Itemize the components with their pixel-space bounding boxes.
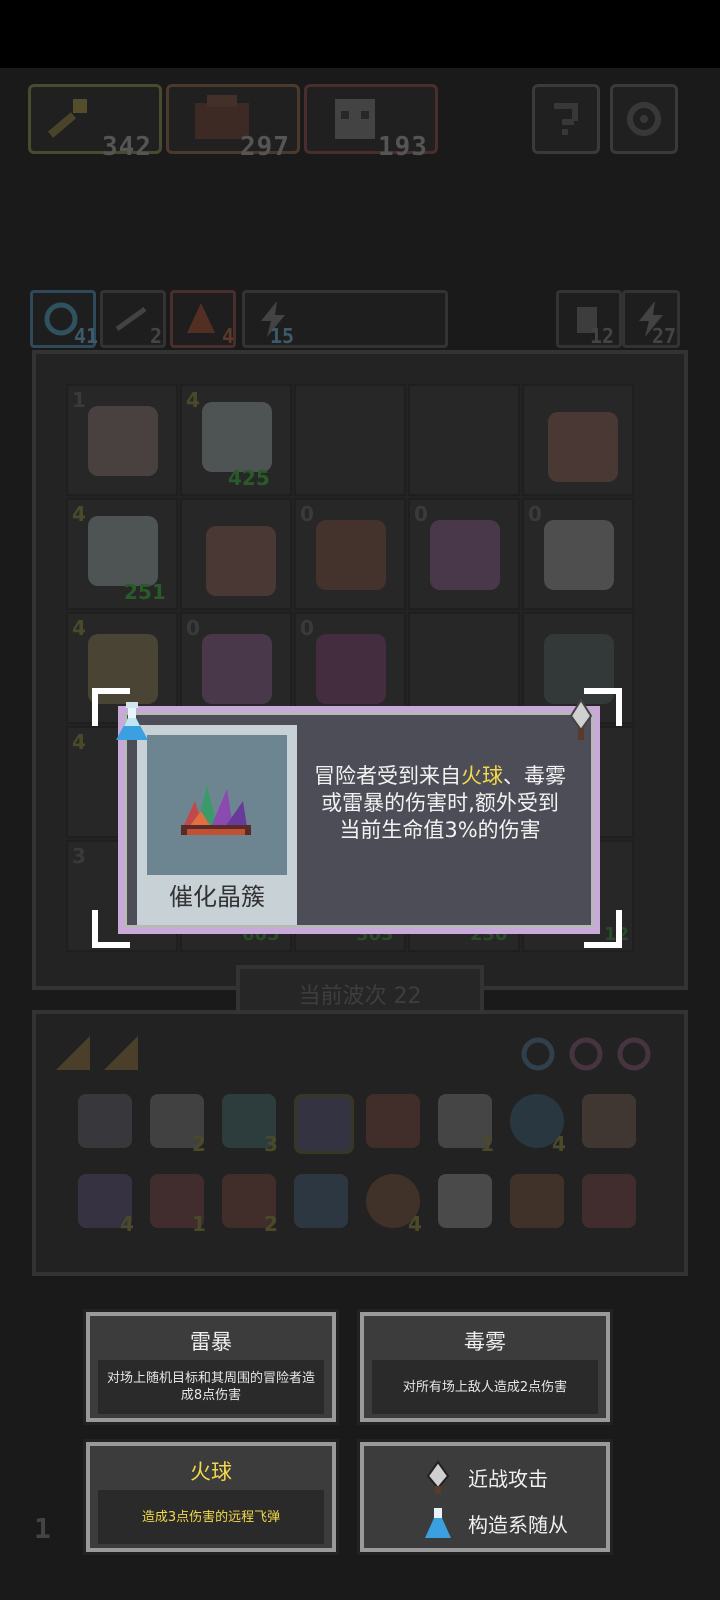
stat-lightning-value: 15	[270, 324, 295, 348]
cell-level: 0	[528, 502, 542, 526]
inventory-item[interactable]	[366, 1094, 420, 1148]
item-count: 4	[408, 1212, 422, 1236]
card-title: 雷暴	[190, 1330, 232, 1354]
item-tooltip: 催化晶簇 冒险者受到来自火球、毒雾 或雷暴的伤害时,额外受到 当前生命值3%的伤…	[118, 706, 600, 934]
card-title: 毒雾	[464, 1330, 506, 1354]
flask-icon	[116, 702, 148, 740]
status-bar	[0, 0, 720, 68]
legend-melee-label: 近战攻击	[468, 1466, 548, 1491]
cell-level: 4	[72, 616, 86, 640]
stat-target-value: 41	[74, 324, 99, 348]
cell-level: 4	[72, 502, 86, 526]
cell-level: 0	[300, 616, 314, 640]
card-title: 火球	[190, 1460, 232, 1484]
cards-icon	[56, 1036, 138, 1070]
board-cell[interactable]	[180, 498, 292, 610]
board-cell[interactable]: 0	[408, 498, 520, 610]
crystal-icon	[206, 526, 276, 596]
tooltip-item-name: 催化晶簇	[169, 883, 265, 911]
board-cell[interactable]	[522, 384, 634, 496]
inventory-item[interactable]	[438, 1174, 492, 1228]
resource-monster-value: 193	[378, 132, 428, 162]
item-count: 3	[264, 1132, 278, 1156]
spell-card-poison[interactable]: 毒雾 对所有场上敌人造成2点伤害	[360, 1312, 610, 1422]
board-cell[interactable]: 0	[294, 498, 406, 610]
item-count: 4	[120, 1212, 134, 1236]
adventurer-icon	[88, 406, 158, 476]
side-indicator: 1	[34, 1512, 51, 1545]
desc-text: 冒险者受到来自	[314, 764, 461, 788]
wand-icon	[47, 99, 87, 138]
item-count: 2	[192, 1132, 206, 1156]
cell-hp: 251	[124, 580, 166, 604]
treasure-icon	[316, 520, 386, 590]
legend-melee: 近战攻击	[424, 1460, 548, 1494]
knight-icon	[202, 402, 272, 472]
tooltip-body: 催化晶簇 冒险者受到来自火球、毒雾 或雷暴的伤害时,额外受到 当前生命值3%的伤…	[124, 712, 594, 928]
board-cell[interactable]: 1	[66, 384, 178, 496]
cell-level: 0	[414, 502, 428, 526]
inventory-panel: 2 3 1 4 4 1 2 4	[32, 1010, 688, 1276]
desc-text: 当前生命值3%的伤害	[339, 818, 541, 842]
cell-level: 1	[72, 388, 86, 412]
board-cell[interactable]	[408, 384, 520, 496]
cell-level: 4	[72, 730, 86, 754]
card-description: 对场上随机目标和其周围的冒险者造成8点伤害	[98, 1360, 324, 1414]
stat-arrow-value: 2	[150, 324, 163, 348]
dagger-icon	[426, 1460, 450, 1494]
dagger-icon	[569, 698, 593, 740]
knight-icon	[88, 516, 158, 586]
spell-card-fireball[interactable]: 火球 造成3点伤害的远程飞弹	[86, 1442, 336, 1552]
rings-icon	[521, 1037, 651, 1071]
cell-level: 3	[72, 844, 86, 868]
inventory-item[interactable]	[582, 1174, 636, 1228]
legend-construct: 构造系随从	[424, 1506, 568, 1540]
demon-icon	[430, 520, 500, 590]
arrow-icon	[115, 306, 147, 332]
tooltip-item-image	[147, 735, 287, 875]
help-button[interactable]	[532, 84, 600, 154]
board-cell[interactable]: 0	[522, 498, 634, 610]
cell-hp: 425	[228, 466, 270, 490]
desc-text: 或雷暴的伤害时,额外受到	[321, 791, 559, 815]
crystal-icon	[548, 412, 618, 482]
item-count: 4	[552, 1132, 566, 1156]
spell-card-thunder[interactable]: 雷暴 对场上随机目标和其周围的冒险者造成8点伤害	[86, 1312, 336, 1422]
desc-highlight: 火球	[461, 764, 503, 788]
stat-bolt-value: 27	[652, 324, 677, 348]
board-cell[interactable]: 4 251	[66, 498, 178, 610]
cell-level: 0	[186, 616, 200, 640]
resource-wand-value: 342	[102, 132, 152, 162]
gear-icon	[627, 102, 661, 136]
card-description: 对所有场上敌人造成2点伤害	[372, 1360, 598, 1414]
inventory-item[interactable]	[294, 1094, 354, 1154]
settings-button[interactable]	[610, 84, 678, 154]
question-icon	[554, 103, 578, 135]
tooltip-description: 冒险者受到来自火球、毒雾 或雷暴的伤害时,额外受到 当前生命值3%的伤害	[305, 763, 575, 844]
stat-tower-value: 12	[590, 324, 615, 348]
resource-treasure-value: 297	[240, 132, 290, 162]
cell-level: 4	[186, 388, 200, 412]
inventory-item[interactable]	[582, 1094, 636, 1148]
monster-icon	[544, 520, 614, 590]
board-cell[interactable]: 4 425	[180, 384, 292, 496]
item-count: 2	[264, 1212, 278, 1236]
inventory-item[interactable]	[78, 1094, 132, 1148]
cell-level: 0	[300, 502, 314, 526]
inventory-item[interactable]	[294, 1174, 348, 1228]
crystal-cluster-icon	[181, 785, 251, 835]
legend-card: 近战攻击 构造系随从	[360, 1442, 610, 1552]
fire-icon	[187, 303, 215, 333]
card-description: 造成3点伤害的远程飞弹	[98, 1490, 324, 1544]
board-cell[interactable]	[294, 384, 406, 496]
stat-fire-value: 4	[222, 324, 235, 348]
flask-icon	[425, 1508, 451, 1538]
desc-text: 、毒雾	[503, 764, 566, 788]
item-count: 1	[192, 1212, 206, 1236]
item-count: 1	[480, 1132, 494, 1156]
tooltip-item-panel: 催化晶簇	[137, 725, 297, 925]
inventory-item[interactable]	[510, 1174, 564, 1228]
legend-construct-label: 构造系随从	[468, 1512, 568, 1537]
